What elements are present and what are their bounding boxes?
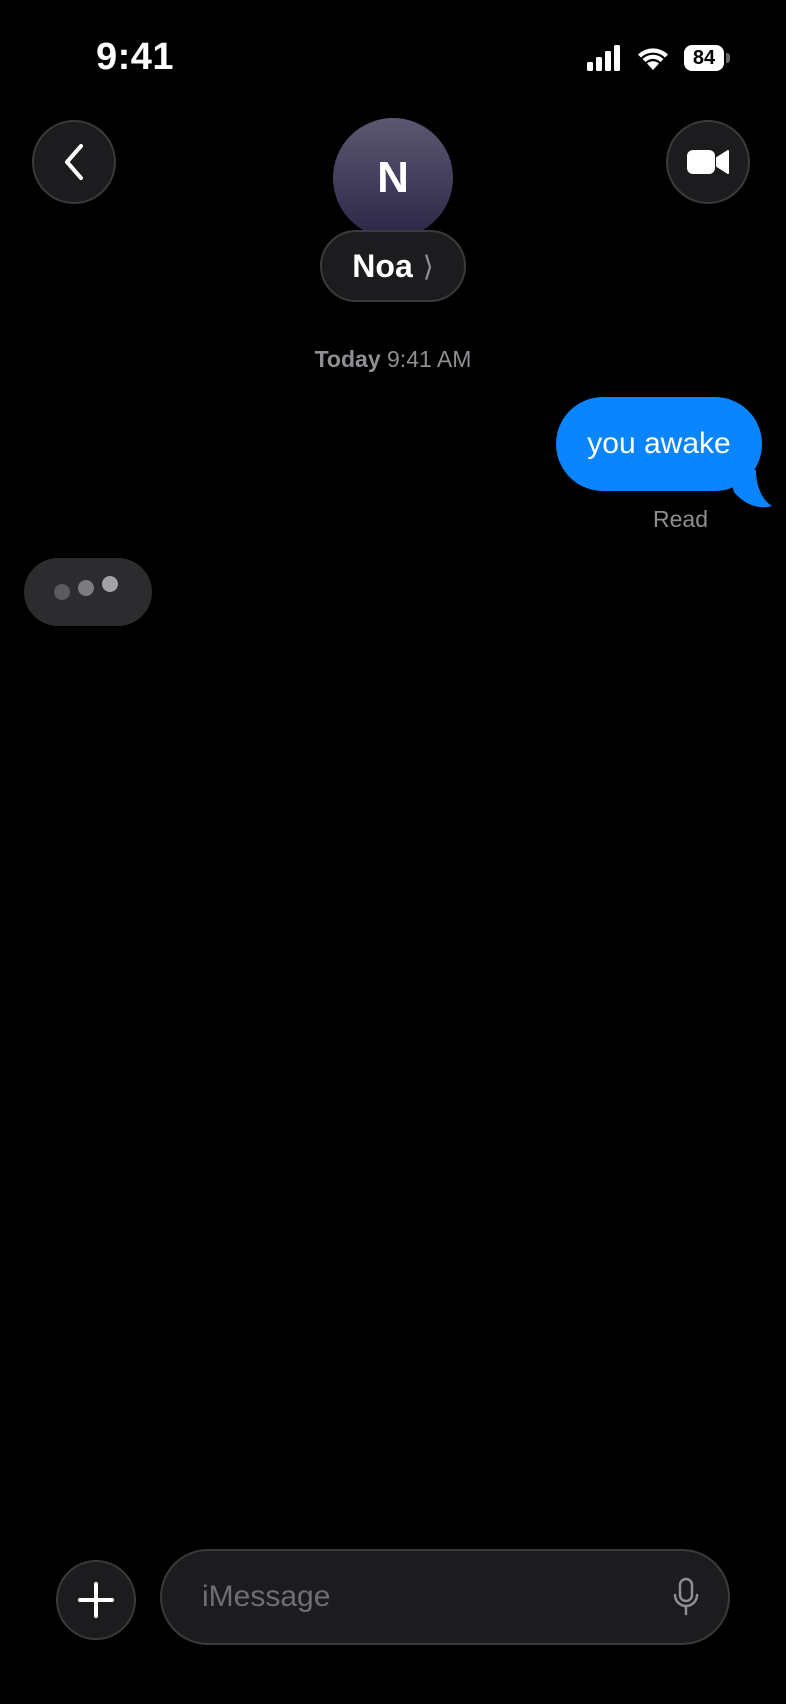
conversation-timestamp: Today 9:41 AM	[0, 346, 786, 373]
timestamp-day: Today	[314, 346, 381, 372]
read-receipt: Read	[653, 506, 708, 532]
add-attachment-button[interactable]	[56, 1560, 136, 1640]
wifi-icon	[638, 48, 668, 70]
battery-cap	[726, 53, 730, 63]
plus-icon	[78, 1582, 114, 1618]
typing-indicator	[24, 558, 152, 626]
message-input[interactable]	[202, 1580, 672, 1614]
signal-icon	[587, 45, 620, 71]
typing-dot	[78, 580, 94, 596]
status-icons: 84	[586, 44, 730, 72]
messages-screen: 9:41 84 N Noa ⟩ Today 9:41 AM you awake …	[0, 0, 786, 1704]
back-button[interactable]	[32, 120, 116, 204]
battery-level: 84	[684, 45, 724, 71]
chevron-right-icon: ⟩	[422, 250, 434, 282]
microphone-icon[interactable]	[672, 1577, 700, 1617]
battery-icon: 84	[684, 44, 730, 72]
status-time: 9:41	[96, 36, 175, 78]
message-field[interactable]	[160, 1549, 730, 1645]
contact-name-button[interactable]: Noa ⟩	[320, 230, 466, 302]
contact-avatar[interactable]: N	[333, 118, 453, 238]
sent-message-bubble[interactable]: you awake	[556, 397, 762, 491]
timestamp-time: 9:41 AM	[387, 346, 472, 372]
avatar-initial: N	[377, 153, 409, 202]
chevron-left-icon	[65, 144, 83, 180]
video-camera-icon	[687, 150, 729, 174]
typing-dot	[102, 576, 118, 592]
facetime-video-button[interactable]	[666, 120, 750, 204]
typing-dot	[54, 584, 70, 600]
sent-message-text: you awake	[587, 427, 731, 460]
contact-name: Noa	[352, 247, 413, 284]
